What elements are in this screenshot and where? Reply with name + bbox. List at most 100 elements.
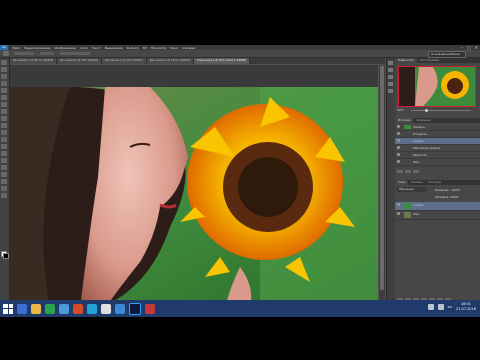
crop-tool-icon[interactable] (1, 88, 7, 93)
chrome-icon[interactable] (101, 303, 111, 314)
tab-history[interactable]: История (395, 118, 414, 123)
zoom-tool-icon[interactable] (1, 193, 7, 198)
app-icon[interactable] (73, 303, 83, 314)
eye-icon[interactable] (397, 203, 400, 206)
list-item[interactable]: Слой 1 (395, 138, 480, 145)
volume-icon[interactable] (437, 304, 444, 310)
app-icon[interactable] (45, 303, 55, 314)
language-indicator[interactable]: RU (448, 305, 452, 309)
app-icon[interactable] (115, 303, 125, 314)
quick-select-tool-icon[interactable] (1, 81, 7, 86)
color-panel-icon[interactable] (388, 75, 393, 79)
menu-select[interactable]: Выделение (105, 46, 123, 50)
network-icon[interactable] (427, 304, 434, 310)
eye-icon[interactable] (397, 125, 400, 128)
doc-tab[interactable]: Без имени-2 @ 50% (RGB/8) (57, 58, 102, 64)
canvas-area[interactable] (10, 65, 378, 308)
eye-icon[interactable] (397, 146, 400, 149)
healing-tool-icon[interactable] (1, 102, 7, 107)
menu-type[interactable]: Текст (92, 46, 101, 50)
lasso-tool-icon[interactable] (1, 74, 7, 79)
gradient-tool-icon[interactable] (1, 137, 7, 142)
list-item[interactable]: Открыть (395, 131, 480, 138)
clock[interactable]: 16:01 21.07.2016 (456, 302, 476, 312)
option-control[interactable] (60, 52, 90, 55)
menu-help[interactable]: Справка (182, 46, 195, 50)
list-item[interactable]: Фон (395, 159, 480, 166)
properties-panel-icon[interactable] (388, 68, 393, 72)
app-icon[interactable] (145, 303, 155, 314)
layer-row[interactable]: Фон (395, 211, 480, 220)
menu-layers[interactable]: Слои (80, 46, 88, 50)
list-item[interactable]: Снимок (395, 124, 480, 131)
tab-channels[interactable]: Каналы (408, 180, 426, 185)
marquee-tool-icon[interactable] (1, 67, 7, 72)
swatches-panel-icon[interactable] (388, 82, 393, 86)
layer-thumbnail (404, 212, 411, 218)
doc-tab[interactable]: Без имени-3 @ 25% (RGB/8) (102, 58, 147, 64)
new-doc-button[interactable] (405, 170, 411, 173)
menu-3d[interactable]: 3D (143, 46, 147, 50)
photoshop-icon[interactable] (129, 302, 141, 315)
zoom-slider[interactable] (411, 109, 471, 112)
move-tool-icon[interactable] (1, 60, 7, 65)
tab-paths[interactable]: Контуры (425, 180, 445, 185)
snapshot-button[interactable] (397, 170, 403, 173)
hand-tool-icon[interactable] (1, 186, 7, 191)
menu-file[interactable]: Файл (12, 46, 20, 50)
background-color-swatch[interactable] (3, 253, 9, 259)
pen-tool-icon[interactable] (1, 158, 7, 163)
scroll-thumb[interactable] (380, 66, 384, 290)
path-select-tool-icon[interactable] (1, 172, 7, 177)
list-item[interactable]: Масляная краска (395, 145, 480, 152)
history-brush-icon[interactable] (1, 123, 7, 128)
tab-layers[interactable]: Слои (395, 180, 409, 185)
menu-edit[interactable]: Редактирование (24, 46, 50, 50)
option-control[interactable] (14, 52, 34, 55)
tab-navigator[interactable]: Навигатор (395, 58, 417, 63)
fill-field[interactable]: Заливка: 100% (435, 195, 459, 199)
tab-histogram[interactable]: Гистограмма (416, 58, 442, 63)
vertical-scrollbar[interactable] (379, 65, 385, 308)
option-control[interactable] (40, 52, 54, 55)
app-icon[interactable] (87, 303, 97, 314)
brush-tool-icon[interactable] (1, 109, 7, 114)
shape-tool-icon[interactable] (1, 179, 7, 184)
eye-icon[interactable] (397, 139, 400, 142)
workspace-select[interactable]: Основная рабочая среда (428, 51, 466, 61)
eye-icon[interactable] (397, 160, 400, 163)
menu-filter[interactable]: Фильтр (127, 46, 139, 50)
menu-view[interactable]: Просмотр (151, 46, 166, 50)
navigator-thumbnail[interactable] (398, 66, 476, 107)
app-icon[interactable] (59, 303, 69, 314)
ie-icon[interactable] (17, 303, 27, 314)
blur-tool-icon[interactable] (1, 144, 7, 149)
type-tool-icon[interactable] (1, 165, 7, 170)
opacity-field[interactable]: Непрозр.: 100% (435, 188, 460, 192)
doc-tab[interactable]: Без имени-1 @ 66,7% (RGB/8) (10, 58, 58, 64)
eraser-tool-icon[interactable] (1, 130, 7, 135)
doc-tab[interactable]: Без имени-4 @ 33,3% (RGB/8) (146, 58, 194, 64)
windows-start-icon[interactable] (3, 303, 13, 314)
dodge-tool-icon[interactable] (1, 151, 7, 156)
history-panel-icon[interactable] (388, 61, 393, 65)
adjustments-panel-icon[interactable] (388, 89, 393, 93)
trash-icon[interactable] (413, 170, 419, 173)
eye-icon[interactable] (397, 153, 400, 156)
menu-image[interactable]: Изображение (54, 46, 76, 50)
item-name: Фон (413, 160, 420, 164)
stamp-tool-icon[interactable] (1, 116, 7, 121)
layer-row[interactable]: Слой 1 (395, 202, 480, 211)
tool-preset-icon[interactable] (3, 51, 9, 56)
blend-mode-select[interactable]: Обычные (397, 187, 427, 192)
tab-actions[interactable]: Операции (413, 118, 435, 123)
eye-icon[interactable] (397, 212, 400, 215)
explorer-icon[interactable] (31, 303, 41, 314)
menu-window[interactable]: Окно (170, 46, 178, 50)
eyedropper-tool-icon[interactable] (1, 95, 7, 100)
list-item[interactable]: Резкость (395, 152, 480, 159)
zoom-slider-knob[interactable] (425, 109, 428, 112)
painting-canvas[interactable] (10, 87, 378, 308)
doc-tab-active[interactable]: Подсолнух-2 @ 50% (Слой 1, RGB/8) (194, 58, 251, 64)
eye-icon[interactable] (397, 132, 400, 135)
